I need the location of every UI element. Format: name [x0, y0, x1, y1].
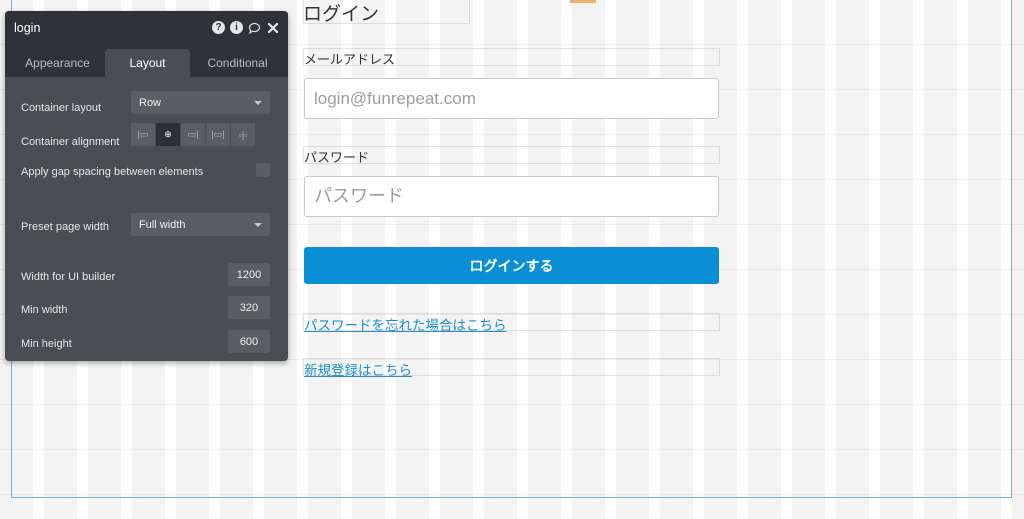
email-input[interactable]	[304, 78, 719, 119]
forgot-password-link[interactable]: パスワードを忘れた場合はこちら	[304, 314, 507, 334]
min-height-input[interactable]: 600	[228, 330, 270, 353]
gap-spacing-row: Apply gap spacing between elements	[21, 163, 272, 181]
preset-page-width-label: Preset page width	[21, 221, 110, 233]
password-label: パスワード	[304, 151, 370, 166]
info-icon[interactable]: i	[230, 21, 243, 34]
page-title: ログイン	[303, 4, 380, 25]
password-input[interactable]	[304, 176, 719, 217]
help-icon[interactable]: ?	[212, 21, 225, 34]
align-space-around-icon[interactable]: ▫|▫	[231, 123, 255, 146]
container-layout-value: Row	[139, 96, 162, 109]
align-right-icon[interactable]: ▭|	[181, 123, 205, 146]
tab-conditional[interactable]: Conditional	[190, 49, 285, 77]
property-editor-panel: login ? i Appearance Layout Conditional …	[5, 11, 288, 361]
comment-icon[interactable]	[248, 21, 261, 34]
min-height-label: Min height	[21, 338, 72, 350]
align-center-icon[interactable]: ⊕	[156, 123, 180, 146]
gap-spacing-checkbox[interactable]	[256, 163, 270, 177]
preset-page-width-select[interactable]: Full width	[131, 213, 270, 236]
align-left-icon[interactable]: |▭	[131, 123, 155, 146]
page-top-marker	[570, 0, 596, 3]
panel-title: login	[14, 20, 41, 35]
container-alignment-group: |▭ ⊕ ▭| |▭| ▫|▫	[131, 123, 257, 146]
preset-page-width-value: Full width	[139, 218, 186, 231]
panel-header[interactable]: login ? i	[5, 11, 288, 44]
width-ui-builder-label: Width for UI builder	[21, 271, 116, 283]
login-button[interactable]: ログインする	[304, 247, 719, 284]
email-label: メールアドレス	[304, 53, 396, 68]
tab-layout[interactable]: Layout	[105, 49, 190, 77]
min-width-label: Min width	[21, 304, 68, 316]
width-ui-builder-input[interactable]: 1200	[228, 263, 270, 286]
gap-spacing-label: Apply gap spacing between elements	[21, 166, 204, 178]
min-width-input[interactable]: 320	[228, 296, 270, 319]
panel-tabs: Appearance Layout Conditional	[5, 44, 288, 77]
tab-appearance[interactable]: Appearance	[10, 49, 105, 77]
container-layout-select[interactable]: Row	[131, 91, 270, 114]
align-space-between-icon[interactable]: |▭|	[206, 123, 230, 146]
chevron-down-icon	[254, 222, 262, 227]
container-alignment-label: Container alignment	[21, 135, 120, 148]
chevron-down-icon	[254, 100, 262, 105]
close-icon[interactable]	[266, 21, 279, 34]
signup-link[interactable]: 新規登録はこちら	[304, 359, 412, 379]
container-layout-label: Container layout	[21, 101, 102, 114]
